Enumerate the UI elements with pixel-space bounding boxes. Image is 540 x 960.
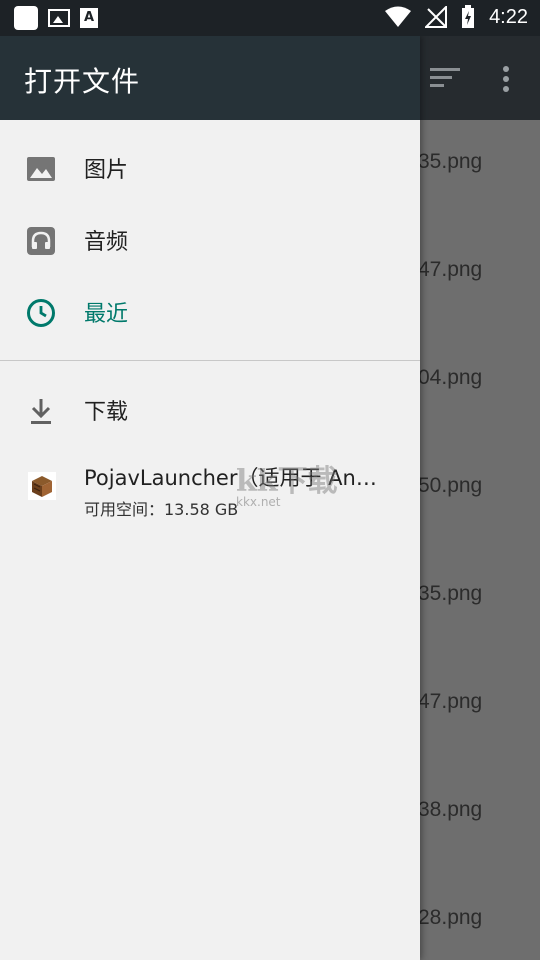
background-file-name: 47.png xyxy=(418,258,483,281)
drawer-item-label: 图片 xyxy=(84,158,129,183)
background-file-name: 47.png xyxy=(418,690,483,713)
drawer-item-recent[interactable]: 最近 xyxy=(0,276,420,348)
image-notification-icon xyxy=(48,9,70,27)
download-icon xyxy=(31,399,51,424)
background-file-name: 04.png xyxy=(418,366,483,389)
background-file-name: 38.png xyxy=(418,798,483,821)
drawer-item-audio[interactable]: 音频 xyxy=(0,204,420,276)
wifi-icon xyxy=(385,6,412,27)
drawer-item-downloads[interactable]: 下载 xyxy=(0,374,420,446)
app-notification-icon xyxy=(14,6,38,30)
background-file-name: 35.png xyxy=(418,582,483,605)
drawer-item-label: 下载 xyxy=(84,400,129,425)
battery-charging-icon xyxy=(462,5,475,28)
background-file-name: 28.png xyxy=(418,906,483,929)
drawer-item-volume[interactable]: PojavLauncher（适用于 An… 可用空间：13.58 GB xyxy=(0,450,420,530)
background-file-name: 50.png xyxy=(418,474,483,497)
more-options-icon[interactable] xyxy=(503,66,509,96)
clock-time: 4:22 xyxy=(489,5,528,28)
no-signal-icon xyxy=(425,6,448,28)
app-volume-icon xyxy=(28,472,56,500)
image-icon xyxy=(27,157,55,181)
volume-free-space: 可用空间：13.58 GB xyxy=(84,500,239,519)
font-notification-icon: A xyxy=(80,8,98,28)
navigation-drawer: 打开文件 图片 音频 最近 下载 PojavLauncher（适用于 An… 可… xyxy=(0,36,420,960)
watermark-domain: kkx.net xyxy=(236,495,281,509)
crafting-table-icon xyxy=(32,476,52,497)
background-file-name: 35.png xyxy=(418,150,483,173)
sort-icon[interactable] xyxy=(430,68,460,87)
drawer-title: 打开文件 xyxy=(24,65,141,98)
drawer-item-images[interactable]: 图片 xyxy=(0,132,420,204)
headphones-icon xyxy=(27,227,55,255)
status-bar: A 4:22 xyxy=(0,0,540,36)
clock-icon xyxy=(27,299,55,327)
drawer-item-label: 最近 xyxy=(84,302,129,327)
drawer-item-label: 音频 xyxy=(84,230,129,255)
watermark-logo: kk下载 xyxy=(236,464,338,499)
drawer-divider xyxy=(0,360,420,361)
drawer-header: 打开文件 xyxy=(0,36,420,120)
